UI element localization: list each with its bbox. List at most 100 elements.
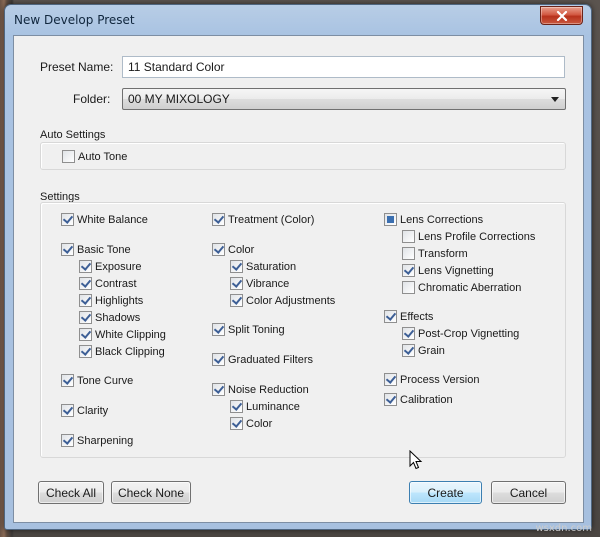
lens-corrections-checkbox[interactable]: Lens Corrections bbox=[384, 213, 483, 226]
shadows-label: Shadows bbox=[95, 311, 141, 324]
settings-group: White Balance Basic Tone Exposure Contra… bbox=[40, 202, 566, 458]
color-adjustments-checkbox[interactable]: Color Adjustments bbox=[230, 294, 335, 307]
treatment-checkbox[interactable]: Treatment (Color) bbox=[212, 213, 314, 226]
dialog-body: Preset Name: 11 Standard Color Folder: 0… bbox=[13, 35, 584, 523]
new-develop-preset-dialog: New Develop Preset Preset Name: 11 Stand… bbox=[4, 4, 592, 530]
checkbox-box bbox=[61, 213, 74, 226]
lens-profile-checkbox[interactable]: Lens Profile Corrections bbox=[402, 230, 535, 243]
white-clipping-checkbox[interactable]: White Clipping bbox=[79, 328, 166, 341]
checkbox-box bbox=[230, 277, 243, 290]
checkbox-box bbox=[402, 230, 415, 243]
effects-checkbox[interactable]: Effects bbox=[384, 310, 433, 323]
nr-color-checkbox[interactable]: Color bbox=[230, 417, 272, 430]
process-version-label: Process Version bbox=[400, 373, 480, 386]
checkbox-box bbox=[212, 353, 225, 366]
checkbox-box bbox=[212, 213, 225, 226]
chevron-down-icon bbox=[551, 97, 559, 102]
post-crop-vignetting-label: Post-Crop Vignetting bbox=[418, 327, 520, 340]
checkbox-box bbox=[212, 243, 225, 256]
check-all-button[interactable]: Check All bbox=[38, 481, 104, 504]
checkbox-box bbox=[402, 264, 415, 277]
graduated-filters-label: Graduated Filters bbox=[228, 353, 313, 366]
checkbox-box bbox=[79, 277, 92, 290]
preset-name-label: Preset Name: bbox=[40, 60, 114, 74]
chromatic-aberration-checkbox[interactable]: Chromatic Aberration bbox=[402, 281, 521, 294]
checkbox-box bbox=[61, 434, 74, 447]
checkbox-box bbox=[230, 400, 243, 413]
luminance-checkbox[interactable]: Luminance bbox=[230, 400, 300, 413]
contrast-label: Contrast bbox=[95, 277, 137, 290]
checkbox-box bbox=[384, 373, 397, 386]
checkbox-box bbox=[62, 150, 75, 163]
saturation-checkbox[interactable]: Saturation bbox=[230, 260, 296, 273]
transform-checkbox[interactable]: Transform bbox=[402, 247, 468, 260]
checkbox-box bbox=[212, 383, 225, 396]
noise-reduction-checkbox[interactable]: Noise Reduction bbox=[212, 383, 309, 396]
luminance-label: Luminance bbox=[246, 400, 300, 413]
calibration-checkbox[interactable]: Calibration bbox=[384, 393, 453, 406]
close-icon bbox=[556, 11, 568, 21]
close-button[interactable] bbox=[540, 6, 583, 25]
split-toning-checkbox[interactable]: Split Toning bbox=[212, 323, 285, 336]
clarity-checkbox[interactable]: Clarity bbox=[61, 404, 108, 417]
checkbox-box bbox=[61, 404, 74, 417]
checkbox-box bbox=[230, 294, 243, 307]
split-toning-label: Split Toning bbox=[228, 323, 285, 336]
grain-checkbox[interactable]: Grain bbox=[402, 344, 445, 357]
checkbox-box bbox=[61, 374, 74, 387]
checkbox-box bbox=[230, 417, 243, 430]
sharpening-label: Sharpening bbox=[77, 434, 134, 447]
color-label: Color bbox=[228, 243, 255, 256]
folder-select[interactable]: 00 MY MIXOLOGY bbox=[122, 88, 566, 110]
create-button[interactable]: Create bbox=[409, 481, 482, 504]
tone-curve-label: Tone Curve bbox=[77, 374, 134, 387]
saturation-label: Saturation bbox=[246, 260, 297, 273]
checkbox-box bbox=[61, 243, 74, 256]
preset-name-input[interactable]: 11 Standard Color bbox=[122, 56, 565, 78]
checkbox-box bbox=[79, 328, 92, 341]
checkbox-box bbox=[79, 311, 92, 324]
white-balance-label: White Balance bbox=[77, 213, 148, 226]
transform-label: Transform bbox=[418, 247, 468, 260]
checkbox-box bbox=[230, 260, 243, 273]
auto-tone-label: Auto Tone bbox=[78, 150, 128, 163]
shadows-checkbox[interactable]: Shadows bbox=[79, 311, 140, 324]
highlights-checkbox[interactable]: Highlights bbox=[79, 294, 143, 307]
vibrance-checkbox[interactable]: Vibrance bbox=[230, 277, 289, 290]
auto-tone-checkbox[interactable]: Auto Tone bbox=[62, 150, 127, 163]
effects-label: Effects bbox=[400, 310, 434, 323]
checkbox-box bbox=[384, 213, 397, 226]
highlights-label: Highlights bbox=[95, 294, 144, 307]
sharpening-checkbox[interactable]: Sharpening bbox=[61, 434, 133, 447]
post-crop-vignetting-checkbox[interactable]: Post-Crop Vignetting bbox=[402, 327, 519, 340]
contrast-checkbox[interactable]: Contrast bbox=[79, 277, 137, 290]
graduated-filters-checkbox[interactable]: Graduated Filters bbox=[212, 353, 313, 366]
basic-tone-label: Basic Tone bbox=[77, 243, 131, 256]
lens-corrections-label: Lens Corrections bbox=[400, 213, 484, 226]
check-none-button[interactable]: Check None bbox=[111, 481, 191, 504]
nr-color-label: Color bbox=[246, 417, 273, 430]
basic-tone-checkbox[interactable]: Basic Tone bbox=[61, 243, 131, 256]
title-bar[interactable]: New Develop Preset bbox=[5, 5, 591, 35]
checkbox-box bbox=[79, 345, 92, 358]
noise-reduction-label: Noise Reduction bbox=[228, 383, 309, 396]
process-version-checkbox[interactable]: Process Version bbox=[384, 373, 479, 386]
checkbox-box bbox=[79, 294, 92, 307]
calibration-label: Calibration bbox=[400, 393, 453, 406]
color-adjustments-label: Color Adjustments bbox=[246, 294, 336, 307]
exposure-checkbox[interactable]: Exposure bbox=[79, 260, 141, 273]
lens-vignetting-checkbox[interactable]: Lens Vignetting bbox=[402, 264, 494, 277]
checkbox-box bbox=[402, 281, 415, 294]
checkbox-box bbox=[79, 260, 92, 273]
auto-settings-group: Auto Tone bbox=[40, 142, 566, 170]
color-checkbox[interactable]: Color bbox=[212, 243, 254, 256]
black-clipping-checkbox[interactable]: Black Clipping bbox=[79, 345, 165, 358]
folder-label: Folder: bbox=[73, 92, 111, 106]
white-balance-checkbox[interactable]: White Balance bbox=[61, 213, 148, 226]
tone-curve-checkbox[interactable]: Tone Curve bbox=[61, 374, 133, 387]
cancel-button[interactable]: Cancel bbox=[491, 481, 566, 504]
lens-vignetting-label: Lens Vignetting bbox=[418, 264, 494, 277]
checkbox-box bbox=[384, 310, 397, 323]
vibrance-label: Vibrance bbox=[246, 277, 290, 290]
checkbox-box bbox=[212, 323, 225, 336]
